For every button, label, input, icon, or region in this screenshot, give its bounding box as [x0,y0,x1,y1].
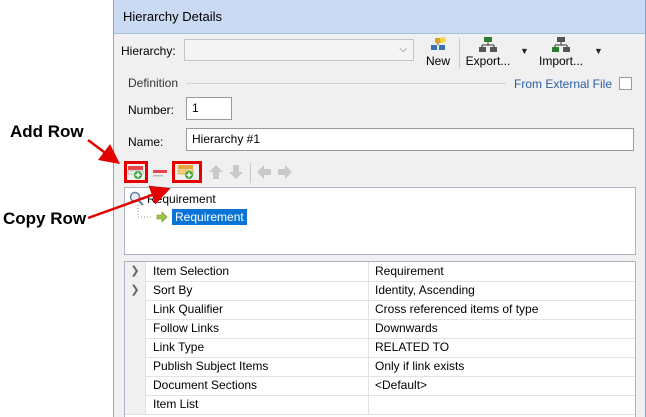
toolbar-separator [459,38,460,68]
property-value: RELATED TO [375,340,450,354]
add-row-icon [127,166,144,179]
row-toolbar [124,161,634,185]
arrow-right-icon [278,165,292,179]
row-gutter [125,376,146,395]
export-button[interactable]: Export... [464,36,512,70]
property-value: Identity, Ascending [375,283,475,297]
definition-group-title: Definition [128,76,179,90]
chevron-down-icon: ⌵ [399,44,407,55]
new-button[interactable]: New [420,36,456,70]
copy-row-icon [177,165,194,179]
row-gutter [125,300,146,319]
tree-root-node[interactable]: Requirement [147,192,216,206]
property-row[interactable]: Publish Subject Items Only if link exist… [125,357,635,377]
hierarchy-select[interactable]: ⌵ [184,39,414,61]
title-bar: Hierarchy Details [114,0,645,34]
property-key: Link Qualifier [147,300,369,319]
export-button-label: Export... [465,54,511,68]
row-gutter [125,319,146,338]
import-icon [552,37,570,52]
from-external-file-label: From External File [514,77,613,91]
import-button-label: Import... [538,54,583,68]
property-key: Item Selection [147,262,369,281]
export-dropdown-icon[interactable]: ▼ [520,46,529,56]
group-divider [186,83,506,84]
number-field[interactable]: 1 [186,97,232,120]
property-row[interactable]: Item List [125,395,635,415]
hierarchy-details-window: Hierarchy Details Hierarchy: ⌵ New Expor… [113,0,646,417]
property-row[interactable]: ❯ Sort By Identity, Ascending [125,281,635,301]
property-row[interactable]: Follow Links Downwards [125,319,635,339]
property-value: Requirement [375,264,444,278]
delete-row-icon [153,170,167,177]
import-dropdown-icon[interactable]: ▼ [594,46,603,56]
new-hierarchy-icon [431,37,446,50]
add-row-button[interactable] [124,161,148,183]
row-gutter [125,357,146,376]
property-value: Cross referenced items of type [375,302,539,316]
property-grid: ❯ Item Selection Requirement ❯ Sort By I… [124,261,636,417]
property-key: Sort By [147,281,369,300]
arrow-up-icon [209,165,223,179]
property-key: Document Sections [147,376,369,395]
new-button-label: New [425,54,450,68]
property-value: <Default> [375,378,428,392]
tree-child-node[interactable]: Requirement [172,209,247,225]
toolbar-separator [250,163,251,183]
property-value: Only if link exists [375,359,465,373]
property-key: Item List [147,395,369,414]
export-icon [479,37,497,52]
expand-chevron-icon[interactable]: ❯ [125,262,146,281]
property-value: Downwards [375,321,438,335]
property-row[interactable]: Link Type RELATED TO [125,338,635,358]
arrow-down-icon [229,165,243,179]
property-key: Publish Subject Items [147,357,369,376]
property-key: Follow Links [147,319,369,338]
name-label: Name: [128,135,164,149]
copy-row-button[interactable] [172,161,202,183]
copy-row-callout: Copy Row [3,209,87,228]
property-row[interactable]: Link Qualifier Cross referenced items of… [125,300,635,320]
add-row-callout: Add Row [10,122,84,141]
move-up-button[interactable] [208,164,224,180]
number-label: Number: [128,103,175,117]
arrow-left-icon [257,165,271,179]
property-row[interactable]: ❯ Item Selection Requirement [125,262,635,282]
window-title: Hierarchy Details [123,9,222,24]
hierarchy-label: Hierarchy: [121,44,176,58]
row-gutter [125,338,146,357]
hierarchy-tree: Requirement Requirement [124,187,636,255]
row-gutter [125,395,146,414]
move-right-button[interactable] [277,164,293,180]
expand-chevron-icon[interactable]: ❯ [125,281,146,300]
property-key: Link Type [147,338,369,357]
import-button[interactable]: Import... [536,36,586,70]
from-external-file-checkbox[interactable] [619,77,632,90]
arrow-right-icon [156,211,168,223]
move-down-button[interactable] [228,164,244,180]
delete-row-button[interactable] [151,164,169,180]
property-row[interactable]: Document Sections <Default> [125,376,635,396]
add-row-arrow [87,139,120,164]
move-left-button[interactable] [256,164,272,180]
name-field[interactable]: Hierarchy #1 [186,128,634,151]
hierarchy-toolbar: Hierarchy: ⌵ New Export... ▼ Import... ▼ [114,34,645,72]
